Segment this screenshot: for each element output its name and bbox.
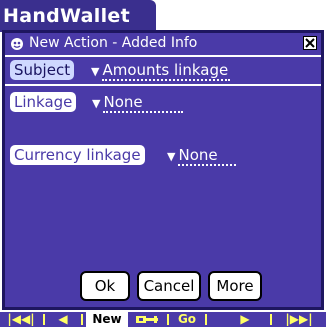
previous-button[interactable]: ◀ [48, 312, 78, 327]
subject-selector[interactable]: ▼ Amounts linkage [91, 60, 231, 81]
subject-value: Amounts linkage [102, 61, 231, 81]
separator [81, 314, 83, 325]
first-record-button[interactable]: |◀◀| [2, 312, 40, 327]
separator [205, 314, 207, 325]
divider [5, 84, 321, 86]
info-icon[interactable] [10, 37, 24, 51]
triangle-down-icon: ▼ [92, 97, 101, 110]
new-action-dialog: New Action - Added Info Subject ▼ Amounts… [2, 30, 324, 310]
separator [270, 314, 272, 325]
linkage-value: None [103, 93, 183, 113]
app-title: HandWallet [0, 0, 156, 32]
last-record-button[interactable]: |▶▶| [276, 312, 322, 327]
currency-linkage-label: Currency linkage [10, 145, 145, 165]
ok-button[interactable]: Ok [80, 271, 130, 301]
linkage-label: Linkage [10, 92, 77, 112]
currency-linkage-value: None [178, 146, 236, 166]
triangle-down-icon: ▼ [167, 150, 176, 163]
triangle-down-icon: ▼ [91, 65, 100, 78]
dialog-title: New Action - Added Info [29, 35, 198, 51]
new-button[interactable]: New [86, 312, 128, 327]
cancel-button[interactable]: Cancel [137, 271, 201, 301]
linkage-selector[interactable]: ▼ None [92, 92, 183, 113]
bottom-nav-bar: |◀◀| ◀ New Go ▶ |▶▶| [0, 312, 326, 327]
subject-label: Subject [10, 60, 75, 80]
separator [167, 314, 169, 325]
separator [43, 314, 45, 325]
key-icon[interactable] [134, 312, 164, 327]
next-button[interactable]: ▶ [230, 312, 260, 327]
more-button[interactable]: More [208, 271, 262, 301]
currency-linkage-selector[interactable]: ▼ None [167, 145, 236, 166]
dialog-titlebar: New Action - Added Info [5, 33, 321, 57]
go-button[interactable]: Go [172, 312, 202, 327]
close-icon[interactable] [303, 36, 317, 50]
